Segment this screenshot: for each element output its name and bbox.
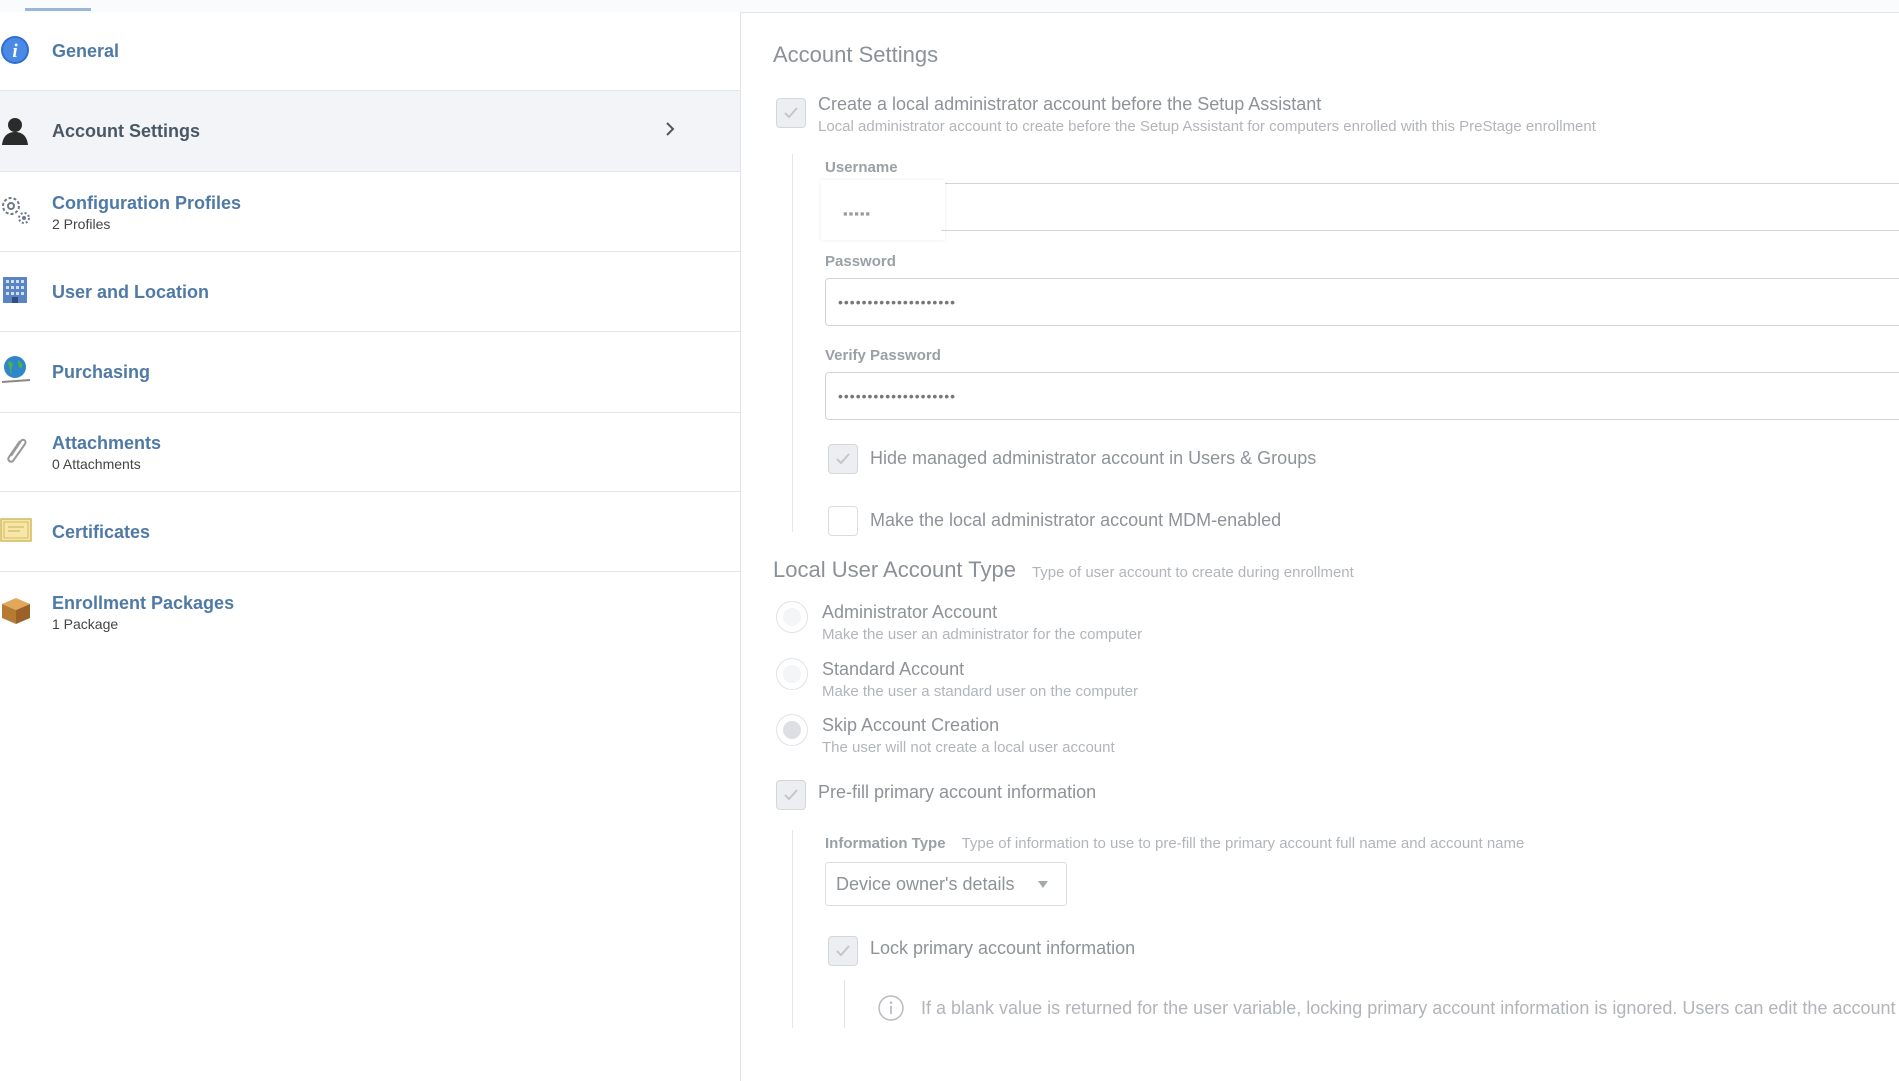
username-field[interactable]: ▪▪▪▪▪: [821, 180, 945, 240]
create-admin-label: Create a local administrator account bef…: [818, 94, 1322, 114]
administrator-account-description: Make the user an administrator for the c…: [822, 626, 1143, 643]
username-field-bottom-border: [941, 230, 1899, 231]
password-label: Password: [825, 253, 896, 270]
globe-icon: [0, 354, 32, 386]
standard-account-label: Standard Account: [822, 659, 965, 679]
mdm-enabled-checkbox[interactable]: [828, 506, 858, 536]
create-admin-description: Local administrator account to create be…: [818, 118, 1596, 135]
sidebar-item-count: 0 Attachments: [52, 456, 141, 472]
chevron-right-icon: [662, 119, 678, 139]
sidebar-item-label: Configuration Profiles: [52, 192, 241, 213]
gears-icon: [0, 194, 32, 226]
lock-info-note: If a blank value is returned for the use…: [921, 998, 1896, 1018]
user-silhouette-icon: [0, 115, 32, 147]
hide-admin-checkbox[interactable]: [828, 444, 858, 474]
radio-skip-account-creation[interactable]: [776, 714, 808, 746]
info-type-select[interactable]: Device owner's details: [825, 862, 1067, 906]
mdm-enabled-label: Make the local administrator account MDM…: [870, 510, 1282, 530]
active-tab-indicator: [25, 8, 91, 11]
sidebar-item-label: General: [52, 41, 120, 61]
verify-password-value: ••••••••••••••••••••: [838, 388, 957, 404]
local-user-type-header: Local User Account Type Type of user acc…: [773, 557, 1354, 583]
sidebar-item-user-and-location[interactable]: User and Location: [0, 252, 740, 332]
radio-standard-account[interactable]: [776, 658, 808, 690]
page-title: Account Settings: [773, 42, 939, 67]
info-type-header: Information Type Type of information to …: [825, 835, 1524, 852]
standard-account-description: Make the user a standard user on the com…: [822, 683, 1139, 700]
sidebar-item-certificates[interactable]: Certificates: [0, 492, 740, 572]
info-type-description: Type of information to use to pre-fill t…: [961, 835, 1525, 852]
indent-guide: [792, 154, 793, 532]
sidebar-item-label: Certificates: [52, 521, 151, 542]
sidebar-item-label: Purchasing: [52, 362, 151, 382]
prefill-label: Pre-fill primary account information: [818, 782, 1097, 802]
lock-info-checkbox[interactable]: [828, 936, 858, 966]
verify-password-label: Verify Password: [825, 347, 941, 364]
sidebar: i General Account Settings Configuration…: [0, 12, 741, 1081]
sidebar-item-label: Attachments: [52, 433, 162, 453]
sidebar-item-account-settings[interactable]: Account Settings: [0, 91, 740, 172]
sidebar-item-label: User and Location: [52, 281, 210, 302]
indent-guide: [844, 980, 845, 1028]
lock-info-label: Lock primary account information: [870, 938, 1136, 958]
info-type-value: Device owner's details: [836, 873, 1015, 894]
sidebar-item-count: 1 Package: [52, 615, 119, 632]
radio-administrator-account[interactable]: [776, 601, 808, 633]
certificate-icon: [0, 514, 32, 546]
sidebar-item-configuration-profiles[interactable]: Configuration Profiles 2 Profiles: [0, 172, 740, 252]
svg-text:i: i: [12, 41, 18, 62]
building-icon: [0, 274, 32, 306]
sidebar-item-general[interactable]: i General: [0, 12, 740, 91]
sidebar-item-enrollment-packages[interactable]: Enrollment Packages 1 Package: [0, 572, 740, 652]
password-field[interactable]: ••••••••••••••••••••: [825, 278, 1899, 326]
password-value: ••••••••••••••••••••: [838, 294, 957, 310]
username-field-border: [825, 183, 1899, 184]
local-user-type-title: Local User Account Type: [773, 557, 1016, 582]
skip-account-creation-label: Skip Account Creation: [822, 715, 1000, 735]
skip-account-creation-description: The user will not create a local user ac…: [822, 739, 1115, 756]
account-settings-panel: Account Settings Create a local administ…: [741, 12, 1899, 1081]
paperclip-icon: [0, 435, 32, 467]
sidebar-item-label: Account Settings: [52, 121, 201, 141]
verify-password-field[interactable]: ••••••••••••••••••••: [825, 372, 1899, 420]
sidebar-item-attachments[interactable]: Attachments 0 Attachments: [0, 413, 740, 492]
administrator-account-label: Administrator Account: [822, 602, 998, 622]
hide-admin-label: Hide managed administrator account in Us…: [870, 448, 1317, 468]
info-circle-icon: [877, 994, 905, 1022]
dropdown-caret-icon: [1038, 881, 1048, 888]
sidebar-item-label: Enrollment Packages: [52, 592, 235, 613]
prefill-checkbox[interactable]: [776, 780, 806, 810]
package-box-icon: [0, 594, 32, 626]
local-user-type-description: Type of user account to create during en…: [1031, 564, 1354, 581]
sidebar-item-count: 2 Profiles: [52, 215, 111, 232]
username-label: Username: [825, 159, 898, 176]
info-icon: i: [0, 34, 32, 66]
info-type-label: Information Type: [825, 835, 946, 852]
indent-guide: [792, 830, 793, 1028]
create-admin-checkbox[interactable]: [776, 98, 806, 128]
sidebar-item-purchasing[interactable]: Purchasing: [0, 332, 740, 413]
username-value: ▪▪▪▪▪: [843, 206, 872, 221]
